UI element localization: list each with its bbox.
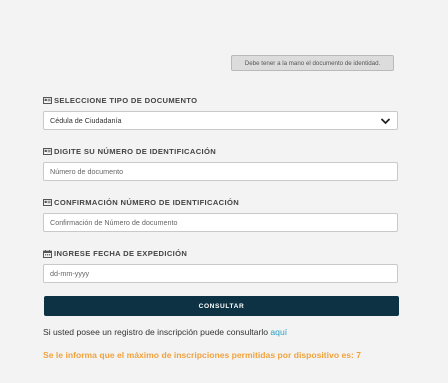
id-card-icon bbox=[43, 97, 52, 104]
id-number-input[interactable]: Número de documento bbox=[43, 162, 398, 181]
id-number-label: DIGITE SU NÚMERO DE IDENTIFICACIÓN bbox=[43, 147, 216, 156]
issue-date-label: INGRESE FECHA DE EXPEDICIÓN bbox=[43, 249, 187, 258]
chevron-down-icon bbox=[380, 117, 391, 124]
identity-document-hint: Debe tener a la mano el documento de ide… bbox=[231, 55, 394, 71]
id-card-icon bbox=[43, 148, 52, 155]
id-number-placeholder: Número de documento bbox=[50, 167, 124, 176]
id-number-label-text: DIGITE SU NÚMERO DE IDENTIFICACIÓN bbox=[54, 147, 217, 156]
calendar-icon bbox=[43, 249, 52, 258]
id-card-icon bbox=[43, 199, 52, 206]
consult-info: Si usted posee un registro de inscripció… bbox=[43, 327, 287, 337]
doc-type-label: SELECCIONE TIPO DE DOCUMENTO bbox=[43, 96, 197, 105]
id-confirm-label-text: CONFIRMACIÓN NÚMERO DE IDENTIFICACIÓN bbox=[54, 198, 240, 207]
consult-info-text: Si usted posee un registro de inscripció… bbox=[43, 327, 271, 337]
issue-date-input[interactable]: dd-mm-yyyy bbox=[43, 264, 398, 283]
id-confirm-label: CONFIRMACIÓN NÚMERO DE IDENTIFICACIÓN bbox=[43, 198, 239, 207]
doc-type-select[interactable]: Cédula de Ciudadanía bbox=[43, 111, 398, 130]
max-registrations-warning: Se le informa que el máximo de inscripci… bbox=[43, 350, 362, 360]
id-confirm-placeholder: Confirmación de Número de documento bbox=[50, 218, 178, 227]
doc-type-label-text: SELECCIONE TIPO DE DOCUMENTO bbox=[54, 96, 198, 105]
issue-date-label-text: INGRESE FECHA DE EXPEDICIÓN bbox=[54, 249, 188, 258]
consult-here-link[interactable]: aquí bbox=[270, 327, 287, 337]
doc-type-selected: Cédula de Ciudadanía bbox=[50, 116, 122, 125]
issue-date-placeholder: dd-mm-yyyy bbox=[50, 269, 90, 278]
id-confirm-input[interactable]: Confirmación de Número de documento bbox=[43, 213, 398, 232]
consult-button[interactable]: CONSULTAR bbox=[44, 296, 399, 316]
